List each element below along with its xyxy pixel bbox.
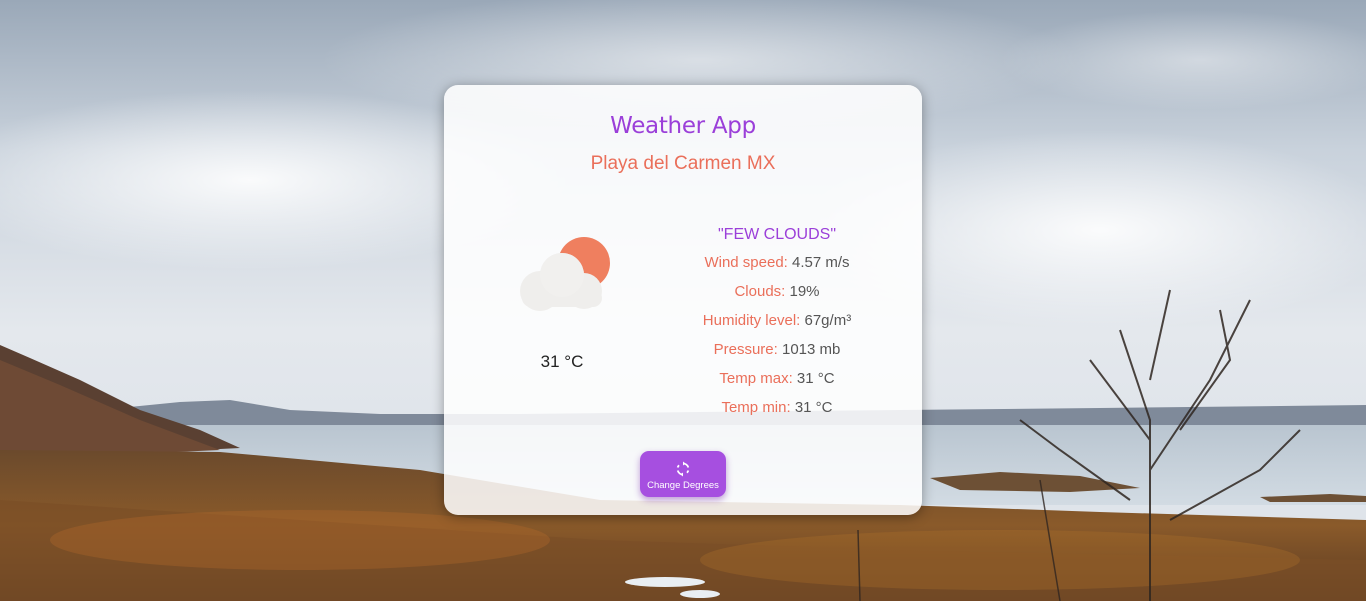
detail-value: 4.57 m/s <box>792 254 850 271</box>
detail-temp-max: Temp max: 31 °C <box>662 369 892 398</box>
detail-value: 31 °C <box>796 370 835 387</box>
detail-humidity: Humidity level: 67g/m³ <box>662 311 892 340</box>
weather-card: Weather App Playa del Carmen MX 31 °C "F… <box>444 85 922 515</box>
location-name: Playa del Carmen MX <box>590 153 776 174</box>
sync-icon <box>675 461 691 477</box>
detail-wind-speed: Wind speed: 4.57 m/s <box>662 253 892 282</box>
detail-label: Temp min: <box>721 399 791 416</box>
change-degrees-label: Change Degrees <box>647 480 719 491</box>
detail-pressure: Pressure: 1013 mb <box>662 340 892 369</box>
detail-label: Wind speed: <box>704 254 788 271</box>
detail-value: 67g/m³ <box>804 312 852 329</box>
detail-temp-min: Temp min: 31 °C <box>662 398 892 427</box>
app-title: Weather App <box>610 113 756 139</box>
detail-value: 31 °C <box>794 399 833 416</box>
detail-value: 19% <box>789 283 820 300</box>
detail-clouds: Clouds: 19% <box>662 282 892 311</box>
weather-details: "FEW CLOUDS" Wind speed: 4.57 m/s Clouds… <box>662 224 892 427</box>
weather-description: "FEW CLOUDS" <box>717 226 837 243</box>
current-temperature: 31 °C <box>540 352 584 371</box>
detail-label: Temp max: <box>719 370 793 387</box>
detail-label: Clouds: <box>734 283 786 300</box>
detail-label: Pressure: <box>713 341 778 358</box>
change-degrees-button[interactable]: Change Degrees <box>640 451 726 497</box>
detail-value: 1013 mb <box>782 341 841 358</box>
few-clouds-icon <box>512 237 616 311</box>
detail-label: Humidity level: <box>702 312 801 329</box>
